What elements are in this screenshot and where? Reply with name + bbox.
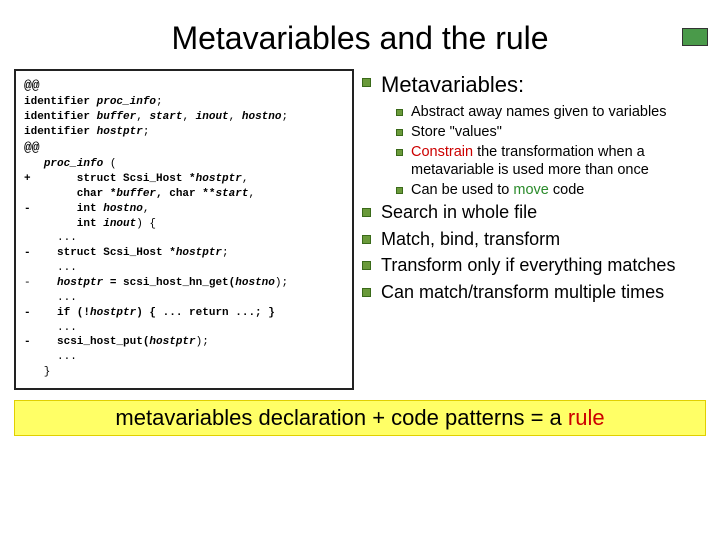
bullet-search: Search in whole file [362, 201, 706, 224]
bullet-icon [362, 235, 371, 244]
bullet-icon [362, 261, 371, 270]
bullet-panel: Metavariables: Abstract away names given… [362, 69, 706, 390]
bullet-icon [396, 187, 403, 194]
sub-item: Store "values" [396, 123, 706, 141]
content-row: @@ identifier proc_info; identifier buff… [0, 69, 720, 390]
bullet-transform: Transform only if everything matches [362, 254, 706, 277]
code-panel: @@ identifier proc_info; identifier buff… [14, 69, 354, 390]
bullet-icon [362, 288, 371, 297]
slide-title: Metavariables and the rule [0, 0, 720, 69]
page-marker [682, 28, 708, 46]
sub-item: Abstract away names given to variables [396, 103, 706, 121]
bullet-match: Match, bind, transform [362, 228, 706, 251]
bullet-multiple: Can match/transform multiple times [362, 281, 706, 304]
sub-item: Can be used to move code [396, 181, 706, 199]
bullet-icon [362, 208, 371, 217]
bullet-icon [396, 149, 403, 156]
bullet-icon [396, 129, 403, 136]
sub-list: Abstract away names given to variables S… [396, 103, 706, 200]
bullet-icon [396, 109, 403, 116]
code-text: @@ identifier proc_info; identifier buff… [24, 77, 344, 380]
footer-highlight: metavariables declaration + code pattern… [14, 400, 706, 436]
bullet-metavariables: Metavariables: [362, 71, 706, 99]
bullet-icon [362, 78, 371, 87]
sub-item: Constrain the transformation when a meta… [396, 143, 706, 179]
